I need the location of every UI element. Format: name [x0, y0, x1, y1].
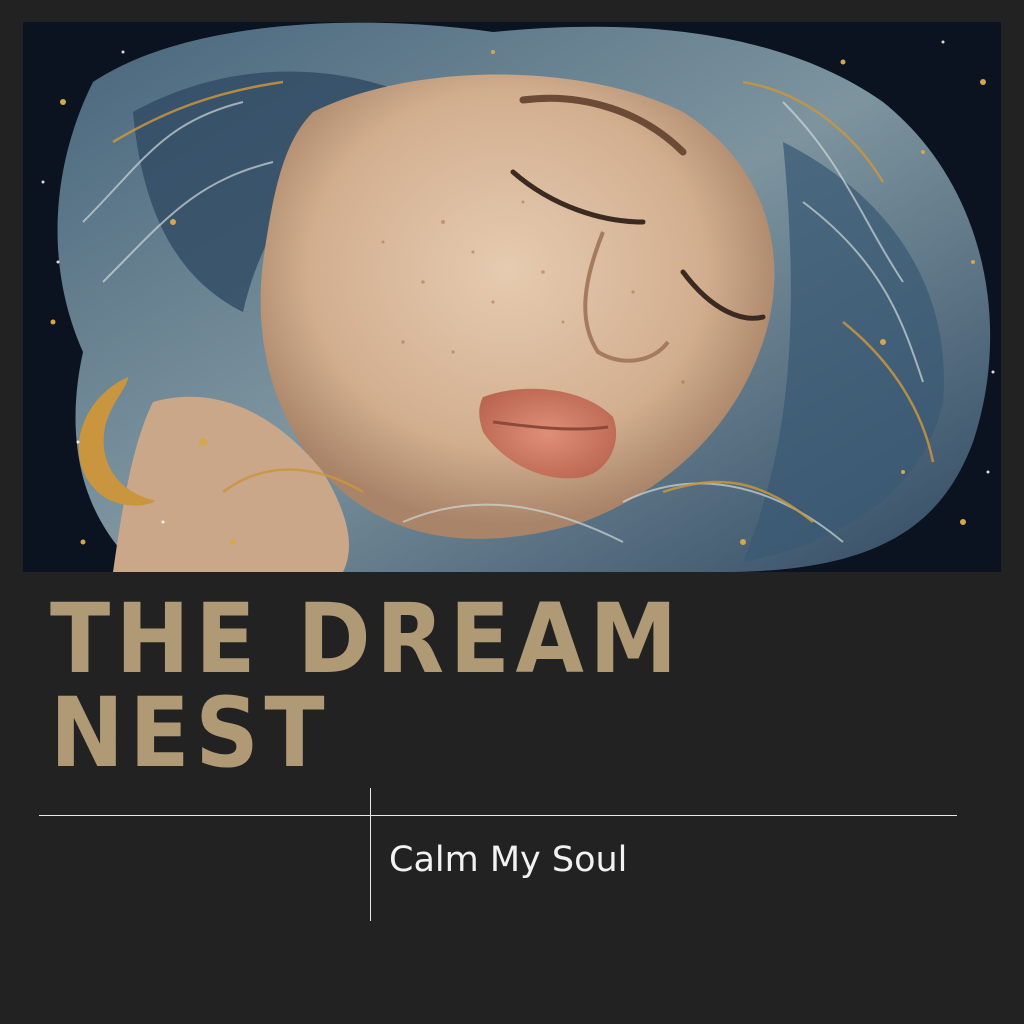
- album-subtitle: Calm My Soul: [389, 840, 628, 880]
- horizontal-divider: [39, 815, 957, 816]
- album-title-line-1: THE DREAM: [50, 583, 683, 695]
- album-title: THE DREAM NEST: [50, 583, 683, 789]
- vertical-divider: [370, 788, 371, 921]
- cover-artwork: [23, 22, 1001, 572]
- album-title-line-2: NEST: [50, 677, 331, 789]
